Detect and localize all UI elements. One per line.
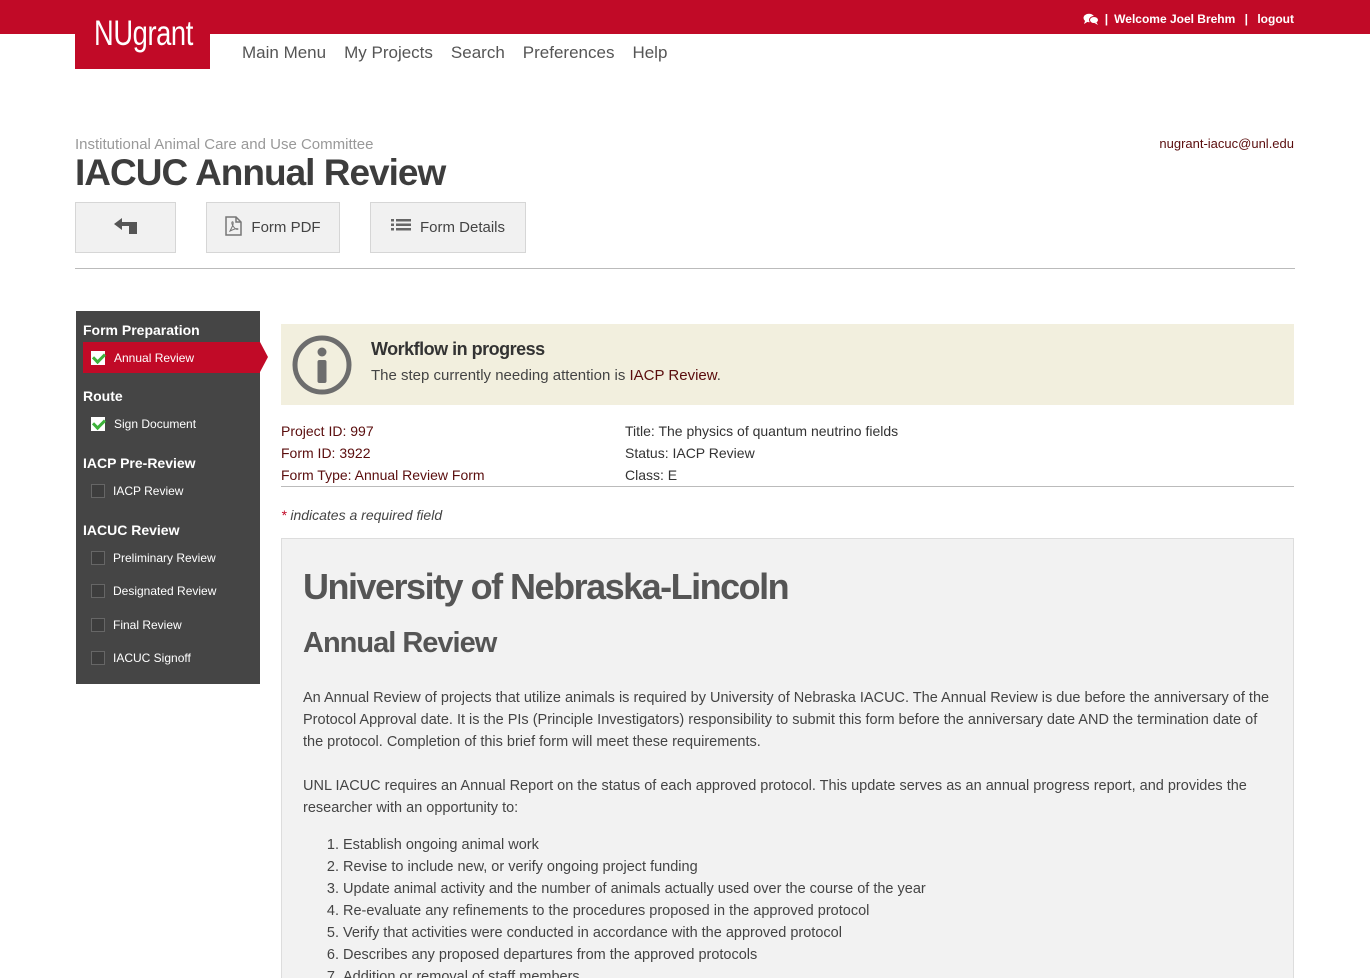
attention-step-link[interactable]: IACP Review xyxy=(630,367,717,384)
back-button[interactable] xyxy=(75,202,176,253)
pdf-file-icon xyxy=(225,215,243,240)
nav-main-menu[interactable]: Main Menu xyxy=(242,43,326,63)
back-arrow-icon xyxy=(113,217,139,239)
sidebar-item-iacp-review[interactable]: IACP Review xyxy=(83,475,260,506)
project-meta-right: Title: The physics of quantum neutrino f… xyxy=(625,420,898,486)
checkbox-empty-icon xyxy=(91,483,105,498)
sidebar-heading-iacuc-review: IACUC Review xyxy=(83,522,180,538)
main-nav: Main Menu My Projects Search Preferences… xyxy=(242,43,667,63)
nugrant-logo[interactable]: NUgrant xyxy=(75,0,210,69)
sidebar-item-designated-review[interactable]: Designated Review xyxy=(83,575,260,606)
user-bar: | Welcome Joel Brehm | logout xyxy=(1083,12,1294,26)
nav-my-projects[interactable]: My Projects xyxy=(344,43,433,63)
form-details-button[interactable]: Form Details xyxy=(370,202,526,253)
form-id: Form ID: 3922 xyxy=(281,445,371,461)
list-item: 7. Addition or removal of staff members xyxy=(326,969,580,978)
workflow-alert: Workflow in progress The step currently … xyxy=(281,324,1294,405)
sidebar-item-label: Annual Review xyxy=(114,350,195,365)
sidebar-item-preliminary-review[interactable]: Preliminary Review xyxy=(83,542,260,573)
checkbox-empty-icon xyxy=(91,617,105,632)
list-item: 5. Verify that activities were conducted … xyxy=(326,925,842,941)
logout-link[interactable]: logout xyxy=(1257,12,1294,26)
checkbox-empty-icon xyxy=(91,550,105,565)
sidebar-heading-route: Route xyxy=(83,388,123,404)
form-pdf-label: Form PDF xyxy=(251,219,321,236)
nav-preferences[interactable]: Preferences xyxy=(523,43,615,63)
sidebar-item-label: IACP Review xyxy=(113,483,184,498)
sidebar-item-label: Final Review xyxy=(113,617,182,632)
checkbox-empty-icon xyxy=(91,650,105,665)
list-item: 2. Revise to include new, or verify ongoi… xyxy=(326,859,698,875)
project-status: Status: IACP Review xyxy=(625,445,755,461)
sidebar-item-sign-document[interactable]: Sign Document xyxy=(83,408,260,439)
sidebar-item-label: Designated Review xyxy=(113,583,217,598)
form-content: University of Nebraska-Lincoln Annual Re… xyxy=(281,538,1294,978)
sidebar-item-label: Preliminary Review xyxy=(113,550,216,565)
sidebar-heading-form-preparation: Form Preparation xyxy=(83,322,200,338)
form-heading-annual-review: Annual Review xyxy=(303,627,497,659)
workflow-sidebar: Form Preparation Annual Review Route Sig… xyxy=(76,311,268,684)
form-details-label: Form Details xyxy=(419,219,505,236)
chat-icon[interactable] xyxy=(1083,13,1099,25)
checkbox-empty-icon xyxy=(91,583,105,598)
sidebar-item-iacuc-signoff[interactable]: IACUC Signoff xyxy=(83,642,260,673)
project-class: Class: E xyxy=(625,467,678,483)
contact-email[interactable]: nugrant-iacuc@unl.edu xyxy=(1159,136,1294,151)
project-id: Project ID: 997 xyxy=(281,423,374,439)
sidebar-item-label: Sign Document xyxy=(114,416,197,431)
checkbox-checked-icon xyxy=(91,350,105,365)
requirements-list: 1. Establish ongoing animal work 2. Revise… xyxy=(303,834,926,978)
list-item: 6. Describes any proposed departures from… xyxy=(326,947,758,963)
sidebar-heading-iacp-pre-review: IACP Pre-Review xyxy=(83,455,196,471)
project-title: Title: The physics of quantum neutrino f… xyxy=(625,423,899,439)
checkbox-checked-icon xyxy=(91,416,105,431)
project-meta-left: Project ID: 997 Form ID: 3922 Form Type:… xyxy=(281,420,485,486)
committee-name: Institutional Animal Care and Use Commit… xyxy=(75,136,374,153)
sidebar-item-final-review[interactable]: Final Review xyxy=(83,609,260,640)
sidebar-item-annual-review[interactable]: Annual Review xyxy=(83,342,268,373)
list-item: 1. Establish ongoing animal work xyxy=(326,837,539,853)
nav-search[interactable]: Search xyxy=(451,43,505,63)
list-icon xyxy=(390,218,411,238)
sidebar-item-label: IACUC Signoff xyxy=(113,650,191,665)
required-field-note: * indicates a required field xyxy=(281,507,443,523)
form-pdf-button[interactable]: Form PDF xyxy=(206,202,340,253)
header-divider xyxy=(75,268,1295,269)
form-heading-university: University of Nebraska-Lincoln xyxy=(303,566,790,607)
page-title: IACUC Annual Review xyxy=(75,152,446,193)
intro-paragraph: An Annual Review of projects that utiliz… xyxy=(303,690,1270,750)
form-type: Form Type: Annual Review Form xyxy=(281,467,485,483)
toolbar: Form PDF Form Details xyxy=(75,202,526,253)
welcome-text: Welcome Joel Brehm xyxy=(1114,12,1236,26)
alert-text: The step currently needing attention is … xyxy=(371,367,721,384)
meta-divider xyxy=(281,486,1294,487)
alert-title: Workflow in progress xyxy=(371,339,545,359)
list-item: 3. Update animal activity and the number … xyxy=(326,881,926,897)
nav-help[interactable]: Help xyxy=(632,43,667,63)
list-item: 4. Re-evaluate any refinements to the pro… xyxy=(326,903,870,919)
requirements-paragraph: UNL IACUC requires an Annual Report on t… xyxy=(303,778,1247,816)
info-icon xyxy=(292,335,352,395)
